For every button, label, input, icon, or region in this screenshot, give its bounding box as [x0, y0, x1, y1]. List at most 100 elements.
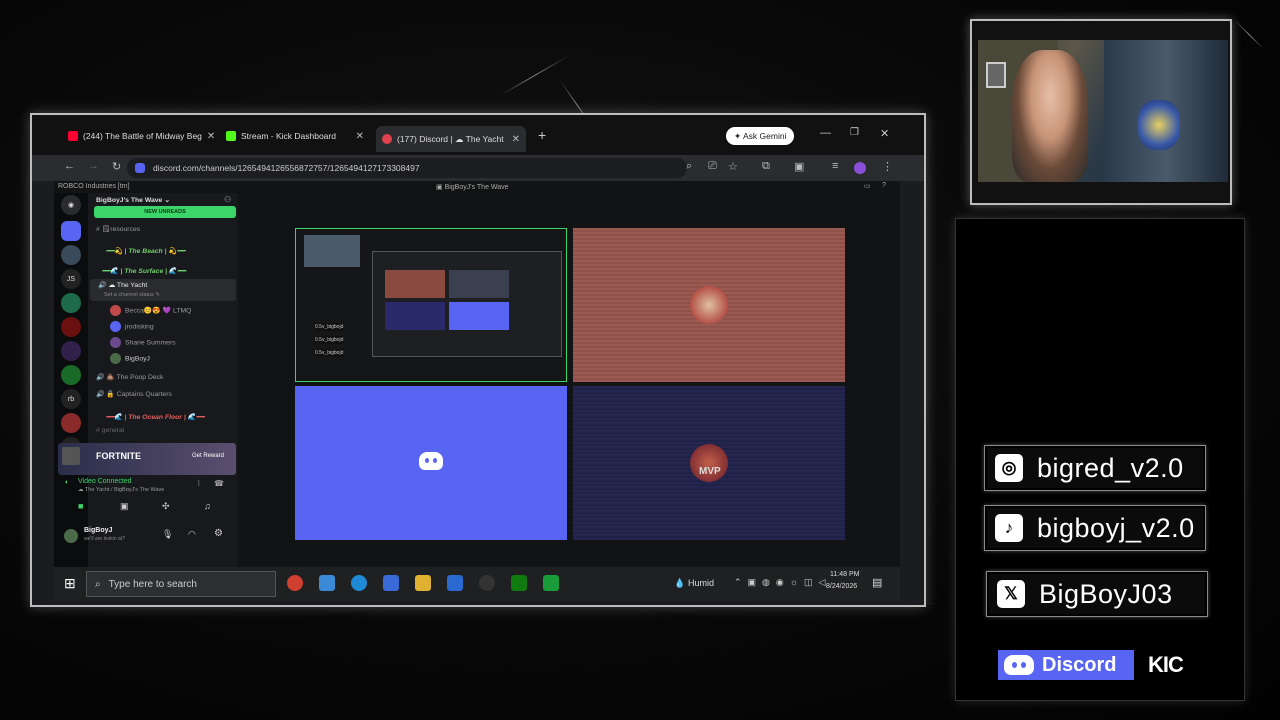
tab-youtube[interactable]: (244) The Battle of Midway Beg ✕	[62, 124, 214, 148]
get-reward-button[interactable]: Get Reward	[192, 453, 224, 459]
chrome-icon[interactable]	[287, 575, 303, 591]
mic-icon[interactable]: 🎙	[162, 529, 173, 540]
weather-label[interactable]: Humid	[688, 578, 714, 588]
channel-item-the-yacht[interactable]: 🔊 ☁ The Yacht Set a channel status ✎	[90, 279, 236, 301]
tile-label: 0.5v_bigbojd	[314, 323, 345, 331]
sidepanel-icon[interactable]: ▣	[794, 160, 804, 173]
discord-home-icon[interactable]: ◉	[61, 195, 81, 215]
channel-item[interactable]: 🔊 🔒 Captains Quarters	[96, 390, 246, 398]
tab-kick[interactable]: Stream - Kick Dashboard ✕	[220, 124, 370, 148]
server-icon[interactable]	[61, 413, 81, 433]
camera-icon[interactable]: ■	[78, 501, 83, 511]
video-tile-discord[interactable]	[295, 386, 567, 540]
voice-user-name: jrodisking	[125, 323, 154, 331]
new-tab-button[interactable]: +	[538, 127, 546, 143]
kebab-menu-icon[interactable]: ⋮	[882, 160, 893, 173]
tile-label: 0.5v_bigbojd	[314, 349, 345, 357]
activities-icon[interactable]: ✣	[162, 501, 170, 512]
cast-icon[interactable]: ⎚	[708, 160, 717, 173]
app-icon[interactable]	[383, 575, 399, 591]
headphones-icon[interactable]: ◠	[188, 529, 196, 540]
server-icon[interactable]	[61, 317, 81, 337]
promo-title: FORTNITE	[96, 451, 141, 461]
minimize-button[interactable]: —	[820, 127, 831, 139]
clock-date[interactable]: 8/24/2026	[826, 583, 857, 590]
noise-suppression-icon[interactable]: ⦚	[198, 479, 200, 489]
extensions-icon[interactable]: ⧉	[762, 160, 770, 173]
copilot-icon[interactable]	[319, 575, 335, 591]
new-unreads-button[interactable]: NEW UNREADS	[94, 206, 236, 218]
star-icon[interactable]: ☆	[728, 160, 738, 173]
back-icon[interactable]: ←	[64, 160, 75, 172]
close-icon[interactable]: ✕	[207, 131, 214, 142]
server-icon[interactable]	[61, 341, 81, 361]
close-window-button[interactable]: ✕	[880, 127, 889, 140]
kick-label: KIC	[1148, 652, 1184, 677]
windows-start-icon[interactable]: ⊞	[64, 575, 76, 592]
channel-header: ▣ BigBoyJ's The Wave	[436, 184, 509, 191]
voice-user[interactable]: BigBoyJ	[110, 353, 260, 364]
notification-icon[interactable]: ▤	[872, 576, 882, 589]
channel-item[interactable]: # general	[96, 427, 246, 434]
disconnect-icon[interactable]: ☎	[214, 479, 224, 488]
avatar[interactable]	[64, 529, 78, 543]
channel-item[interactable]: 🔊 💩 The Poop Deck	[96, 373, 246, 381]
gear-icon[interactable]: ⚙	[214, 528, 223, 539]
category-header[interactable]: ━━🌊 | The Ocean Floor | 🌊━━	[106, 413, 256, 421]
xbox-icon[interactable]	[511, 575, 527, 591]
video-tile-screenshare[interactable]: 0.5v_bigbojd 0.5v_bigbojd 0.5v_bigbojd	[295, 228, 567, 382]
voice-user-name: BigBoyJ	[125, 355, 150, 363]
video-tile-user[interactable]	[573, 228, 845, 382]
channel-item[interactable]: # 🗒resources	[96, 225, 246, 233]
screen-share-icon[interactable]: ▣	[120, 501, 129, 512]
search-icon[interactable]: ⌕	[686, 160, 692, 173]
obs-icon[interactable]	[479, 575, 495, 591]
avatar	[110, 353, 121, 364]
url-field[interactable]: discord.com/channels/1265494126556872757…	[127, 158, 687, 178]
add-user-icon[interactable]: ⚇	[224, 195, 231, 204]
social-x: 𝕏 BigBoyJ03	[986, 571, 1208, 617]
menu-lines-icon[interactable]: ≡	[832, 160, 838, 172]
server-icon[interactable]	[61, 245, 81, 265]
tab-discord[interactable]: (177) Discord | ☁ The Yacht ✕	[376, 126, 526, 152]
inbox-icon[interactable]: ▭	[864, 182, 871, 190]
picture-frame	[986, 62, 1006, 88]
forward-icon[interactable]: →	[88, 160, 99, 172]
xbox-app-icon[interactable]	[543, 575, 559, 591]
server-icon[interactable]	[61, 365, 81, 385]
taskbar-search[interactable]: ⌕ Type here to search	[86, 571, 276, 597]
category-header[interactable]: ━━🌊 | The Surface | 🌊━━	[102, 267, 252, 275]
kick-icon	[226, 131, 236, 141]
signal-icon: ◖	[64, 479, 69, 486]
voice-user[interactable]: Shane Summers	[110, 337, 260, 348]
reload-icon[interactable]: ↻	[112, 160, 121, 173]
ask-gemini-button[interactable]: ✦ Ask Gemini	[726, 127, 795, 145]
clock-time[interactable]: 11:48 PM	[830, 571, 859, 578]
help-icon[interactable]: ?	[882, 182, 886, 189]
category-header[interactable]: ━━💫 | The Beach | 💫━━	[106, 247, 256, 255]
close-icon[interactable]: ✕	[512, 134, 520, 145]
video-tile-user[interactable]: MVP	[573, 386, 845, 540]
mvp-badge: MVP	[699, 466, 721, 477]
discord-app: ROBCO Industries [tm] ▣ BigBoyJ's The Wa…	[54, 181, 900, 567]
close-icon[interactable]: ✕	[356, 131, 364, 142]
edge-icon[interactable]	[351, 575, 367, 591]
webcam-frame	[970, 19, 1232, 205]
server-icon[interactable]: rb	[61, 389, 81, 409]
profile-avatar[interactable]	[854, 162, 866, 174]
fortnite-promo[interactable]: FORTNITE Get Reward	[58, 443, 236, 475]
voice-sub: ☁ The Yacht / BigBoyJ's The Wave	[78, 487, 165, 493]
soundboard-icon[interactable]: ♫	[204, 501, 211, 511]
folder-icon[interactable]	[415, 575, 431, 591]
voice-user[interactable]: Becca😊😍 💜 LTMQ	[110, 305, 260, 316]
restore-button[interactable]: ❐	[850, 127, 859, 138]
store-icon[interactable]	[447, 575, 463, 591]
server-icon[interactable]	[61, 221, 81, 241]
server-name-text: BigBoyJ's The Wave	[96, 197, 163, 204]
avatar	[690, 286, 728, 324]
server-icon[interactable]: JS	[61, 269, 81, 289]
server-icon[interactable]	[61, 293, 81, 313]
system-tray-icons[interactable]: ⌃▣◍◉☼◫◁	[734, 577, 831, 588]
voice-user[interactable]: jrodisking	[110, 321, 260, 332]
site-info-icon[interactable]	[135, 163, 145, 173]
